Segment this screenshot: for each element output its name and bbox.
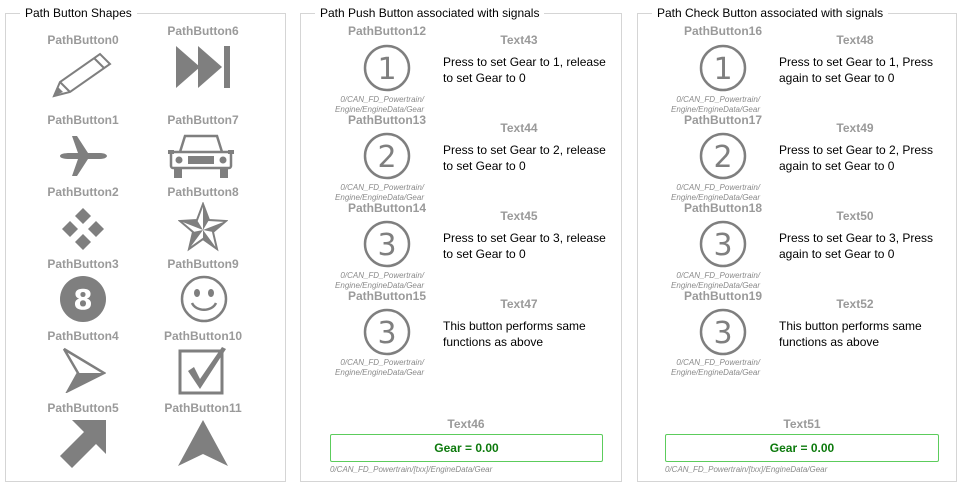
pathbutton9-label: PathButton9 xyxy=(167,257,239,271)
text51-label: Text51 xyxy=(783,417,821,431)
diamond-cluster-icon[interactable] xyxy=(60,206,106,252)
pathbutton3-label: PathButton3 xyxy=(47,257,119,271)
number-eight-icon[interactable]: 8 xyxy=(59,275,107,323)
text50-label: Text50 xyxy=(836,209,874,223)
text43-label: Text43 xyxy=(500,33,538,47)
signal-path: 0/CAN_FD_Powertrain/ Engine/EngineData/G… xyxy=(671,271,760,290)
signal-path: 0/CAN_FD_Powertrain/ Engine/EngineData/G… xyxy=(671,183,760,202)
digit-three-circle-icon[interactable]: 3 xyxy=(362,219,412,269)
text45-label: Text45 xyxy=(500,209,538,223)
path-button-shapes-title: Path Button Shapes xyxy=(20,6,137,20)
navigation-arrow-icon[interactable] xyxy=(176,418,230,468)
gear-value-display: Gear = 0.00 xyxy=(665,434,939,462)
svg-text:8: 8 xyxy=(73,283,92,316)
digit-two: 2 xyxy=(377,140,396,175)
signal-path: 0/CAN_FD_Powertrain/ Engine/EngineData/G… xyxy=(335,358,424,377)
car-icon[interactable] xyxy=(168,130,234,180)
star-icon[interactable] xyxy=(178,202,228,252)
text49-label: Text49 xyxy=(836,121,874,135)
pathbutton2-label: PathButton2 xyxy=(47,185,119,199)
arrow-up-right-icon[interactable] xyxy=(58,418,108,468)
text44-label: Text44 xyxy=(500,121,538,135)
pathbutton16-label: PathButton16 xyxy=(684,24,762,38)
text46-label: Text46 xyxy=(447,417,485,431)
checkbox-icon[interactable] xyxy=(178,345,228,395)
push-description-1: Press to set Gear to 1, release to set G… xyxy=(443,55,606,85)
text48-label: Text48 xyxy=(836,33,874,47)
digit-three: 3 xyxy=(377,316,396,351)
pathbutton15-label: PathButton15 xyxy=(348,289,426,303)
pathbutton8-label: PathButton8 xyxy=(167,185,239,199)
pathbutton10-label: PathButton10 xyxy=(164,329,242,343)
pathbutton19-label: PathButton19 xyxy=(684,289,762,303)
airplane-icon[interactable] xyxy=(58,134,108,178)
signal-path: 0/CAN_FD_Powertrain/ Engine/EngineData/G… xyxy=(671,95,760,114)
pathbutton1-label: PathButton1 xyxy=(47,113,119,127)
signal-path: 0/CAN_FD_Powertrain/ Engine/EngineData/G… xyxy=(335,271,424,290)
path-check-button-title: Path Check Button associated with signal… xyxy=(652,6,889,20)
pathbutton17-label: PathButton17 xyxy=(684,113,762,127)
signal-path: 0/CAN_FD_Powertrain/ Engine/EngineData/G… xyxy=(335,95,424,114)
smiley-icon[interactable] xyxy=(180,275,228,323)
pencil-icon[interactable] xyxy=(50,50,116,100)
digit-one-circle-icon[interactable]: 1 xyxy=(362,43,412,93)
gear-signal-path: 0/CAN_FD_Powertrain/[txx]/EngineData/Gea… xyxy=(665,465,828,474)
send-arrow-icon[interactable] xyxy=(62,347,106,393)
pathbutton0-label: PathButton0 xyxy=(47,33,119,47)
check-description-1: Press to set Gear to 1, Press again to s… xyxy=(779,55,934,85)
check-description-3: Press to set Gear to 3, Press again to s… xyxy=(779,231,934,261)
digit-one: 1 xyxy=(713,52,732,87)
digit-three: 3 xyxy=(713,316,732,351)
push-description-3: Press to set Gear to 3, release to set G… xyxy=(443,231,606,261)
pathbutton6-label: PathButton6 xyxy=(167,24,239,38)
digit-three: 3 xyxy=(713,228,732,263)
check-description-4: This button performs same functions as a… xyxy=(779,319,922,349)
check-description-2: Press to set Gear to 2, Press again to s… xyxy=(779,143,934,173)
digit-one: 1 xyxy=(377,52,396,87)
digit-three-circle-icon[interactable]: 3 xyxy=(362,307,412,357)
digit-two: 2 xyxy=(713,140,732,175)
skip-forward-icon[interactable] xyxy=(176,44,232,90)
digit-two-circle-icon[interactable]: 2 xyxy=(362,131,412,181)
digit-three-circle-icon[interactable]: 3 xyxy=(698,307,748,357)
pathbutton7-label: PathButton7 xyxy=(167,113,239,127)
push-description-4: This button performs same functions as a… xyxy=(443,319,586,349)
path-push-button-title: Path Push Button associated with signals xyxy=(315,6,545,20)
digit-two-circle-icon[interactable]: 2 xyxy=(698,131,748,181)
text52-label: Text52 xyxy=(836,297,874,311)
gear-signal-path: 0/CAN_FD_Powertrain/[txx]/EngineData/Gea… xyxy=(330,465,493,474)
pathbutton5-label: PathButton5 xyxy=(47,401,119,415)
pathbutton4-label: PathButton4 xyxy=(47,329,119,343)
push-description-2: Press to set Gear to 2, release to set G… xyxy=(443,143,606,173)
pathbutton12-label: PathButton12 xyxy=(348,24,426,38)
pathbutton13-label: PathButton13 xyxy=(348,113,426,127)
pathbutton18-label: PathButton18 xyxy=(684,201,762,215)
pathbutton11-label: PathButton11 xyxy=(164,401,242,415)
digit-three-circle-icon[interactable]: 3 xyxy=(698,219,748,269)
pathbutton14-label: PathButton14 xyxy=(348,201,426,215)
signal-path: 0/CAN_FD_Powertrain/ Engine/EngineData/G… xyxy=(671,358,760,377)
text47-label: Text47 xyxy=(500,297,538,311)
gear-value-display: Gear = 0.00 xyxy=(330,434,603,462)
digit-three: 3 xyxy=(377,228,396,263)
signal-path: 0/CAN_FD_Powertrain/ Engine/EngineData/G… xyxy=(335,183,424,202)
digit-one-circle-icon[interactable]: 1 xyxy=(698,43,748,93)
